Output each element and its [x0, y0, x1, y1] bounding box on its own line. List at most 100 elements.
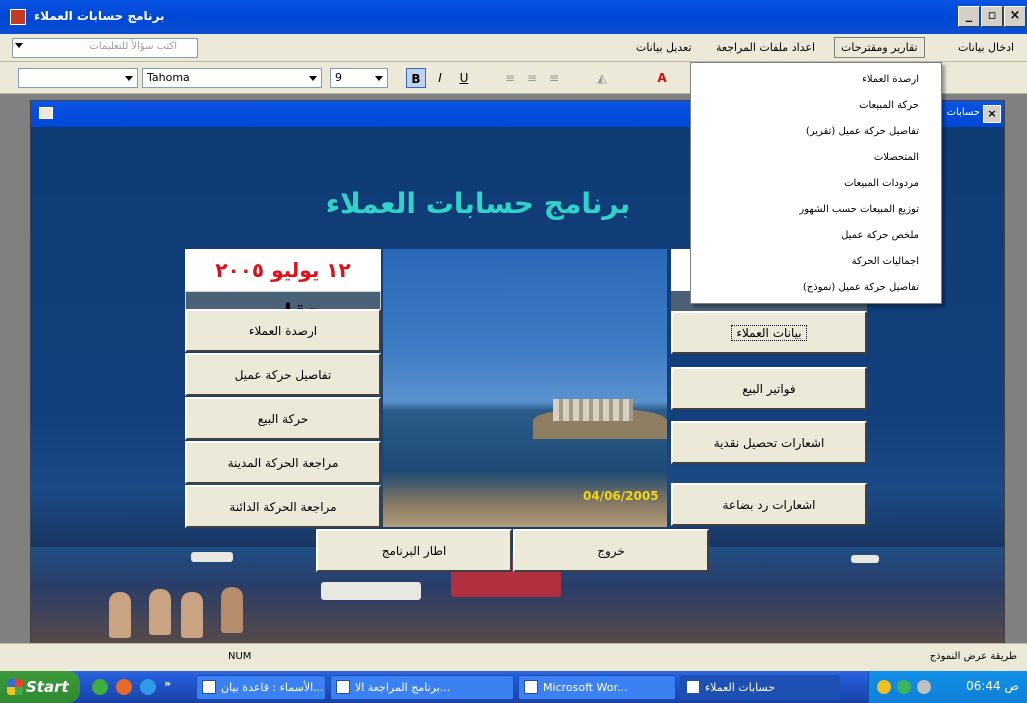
button-label: حركة البيع	[257, 411, 309, 426]
app-title-bar: برنامج حسابات العملاء _ ▫ ×	[0, 0, 1027, 34]
menu-item-customer-balances[interactable]: ارصدة العملاء	[693, 67, 941, 93]
align-right-icon[interactable]: ≡	[544, 68, 564, 88]
menu-data-entry[interactable]: ادخال بيانات	[958, 41, 1014, 54]
menu-item-customer-movement-report[interactable]: تفاصيل حركة عميل (تقرير)	[693, 119, 941, 145]
boat-image	[191, 552, 233, 562]
app-title: برنامج حسابات العملاء	[34, 9, 165, 23]
menu-item-customer-summary[interactable]: ملخص حركة عميل	[693, 223, 941, 249]
quicklaunch-icon[interactable]	[140, 679, 156, 695]
menu-reports[interactable]: تقارير ومقترحات	[834, 37, 925, 58]
start-label: Start	[26, 678, 69, 696]
task-label: الأسماء : قاعدة بيان...	[221, 681, 324, 694]
font-size-combo[interactable]: 9	[330, 68, 388, 88]
view-mode-label: طريقة عرض النموذج	[929, 651, 1017, 662]
cash-collection-notices-button[interactable]: اشعارات تحصيل نقدية	[671, 421, 867, 464]
chevron-icon[interactable]: »	[164, 677, 171, 690]
button-label: مراجعة الحركة الدائنة	[229, 499, 337, 514]
maximize-button[interactable]: ▫	[981, 6, 1003, 27]
photo-image: 04/06/2005	[383, 249, 667, 527]
exit-button[interactable]: خروج	[513, 529, 709, 572]
form-title: حسابات	[946, 107, 980, 118]
italic-button[interactable]: I	[430, 68, 450, 88]
customer-data-button[interactable]: بيانات العملاء	[671, 311, 867, 354]
underline-button[interactable]: U	[454, 68, 474, 88]
task-button[interactable]: الأسماء : قاعدة بيان...	[196, 675, 326, 700]
person-image	[181, 592, 203, 638]
quicklaunch-icon[interactable]	[116, 679, 132, 695]
review-debit-movement-button[interactable]: مراجعة الحركة المدينة	[185, 441, 381, 484]
menu-edit-data[interactable]: تعديل بيانات	[636, 41, 692, 54]
taskbar: Start » الأسماء : قاعدة بيان... برنامج ا…	[0, 671, 1027, 703]
sales-invoices-button[interactable]: فواتير البيع	[671, 367, 867, 410]
chevron-down-icon	[125, 76, 133, 81]
menu-item-customer-movement-form[interactable]: تفاصيل حركة عميل (نموذج)	[693, 275, 941, 301]
status-bar: NUM طريقة عرض النموذج	[0, 643, 1027, 671]
form-close-button[interactable]: ×	[983, 105, 1001, 123]
bold-button[interactable]: B	[406, 68, 426, 88]
button-label: فواتير البيع	[742, 381, 796, 396]
system-tray: 06:44 ص	[868, 671, 1027, 703]
task-button[interactable]: برنامج المراجعة الا...	[330, 675, 514, 700]
sales-movement-button[interactable]: حركة البيع	[185, 397, 381, 440]
menu-item-movement-totals[interactable]: اجماليات الحركة	[693, 249, 941, 275]
customer-balances-button[interactable]: ارصدة العملاء	[185, 309, 381, 352]
program-title: برنامج حسابات العملاء	[325, 187, 631, 220]
app-icon[interactable]	[10, 9, 26, 25]
button-label: اشعارات تحصيل نقدية	[713, 435, 825, 450]
task-button-active[interactable]: حسابات العملاء	[680, 675, 840, 700]
town-shape	[553, 399, 633, 421]
font-combo[interactable]: Tahoma	[142, 68, 322, 88]
menu-item-collections[interactable]: المتحصلات	[693, 145, 941, 171]
menu-review-files[interactable]: اعداد ملفات المراجعة	[716, 41, 815, 54]
clock: 06:44 ص	[966, 679, 1019, 693]
task-label: برنامج المراجعة الا...	[355, 681, 451, 694]
menu-bar: اكتب سؤالاً للتعليمات ادخال بيانات تقاري…	[0, 34, 1027, 62]
boat-image	[851, 555, 879, 563]
chevron-down-icon	[375, 76, 383, 81]
app-icon	[686, 680, 700, 694]
chevron-down-icon	[309, 76, 317, 81]
app-icon	[202, 680, 216, 694]
fill-color-icon[interactable]: ◭	[592, 68, 612, 88]
app-icon	[336, 680, 350, 694]
quicklaunch-icon[interactable]	[92, 679, 108, 695]
menu-item-sales-movement[interactable]: حركة المبيعات	[693, 93, 941, 119]
ask-question-box[interactable]: اكتب سؤالاً للتعليمات	[12, 38, 198, 58]
font-color-icon[interactable]: A	[652, 68, 672, 88]
person-image	[221, 587, 243, 633]
button-label: ارصدة العملاء	[248, 323, 318, 338]
chevron-down-icon[interactable]	[15, 43, 23, 48]
minimize-button[interactable]: _	[958, 6, 980, 27]
boat-image	[321, 582, 421, 600]
button-label: خروج	[597, 543, 625, 558]
style-combo[interactable]	[18, 68, 138, 88]
person-image	[109, 592, 131, 638]
button-label: اشعارات رد بضاعة	[722, 497, 816, 512]
close-button[interactable]: ×	[1004, 6, 1026, 27]
menu-item-sales-by-month[interactable]: توزيع المبيعات حسب الشهور	[693, 197, 941, 223]
num-lock-indicator: NUM	[228, 651, 252, 662]
form-icon[interactable]	[39, 107, 53, 119]
date-display: ١٢ يوليو ٢٠٠٥	[185, 249, 381, 291]
task-button[interactable]: Microsoft Wor...	[518, 675, 676, 700]
person-image	[149, 589, 171, 635]
tray-icon[interactable]	[897, 680, 911, 694]
tray-icon[interactable]	[917, 680, 931, 694]
button-label: تفاصيل حركة عميل	[234, 367, 332, 382]
font-name: Tahoma	[147, 71, 190, 84]
align-center-icon[interactable]: ≡	[522, 68, 542, 88]
font-size: 9	[335, 71, 342, 84]
photo-date-stamp: 04/06/2005	[583, 489, 659, 503]
start-button[interactable]: Start	[0, 671, 80, 703]
button-label: مراجعة الحركة المدينة	[227, 455, 339, 470]
goods-return-notices-button[interactable]: اشعارات رد بضاعة	[671, 483, 867, 526]
tray-icon[interactable]	[877, 680, 891, 694]
align-left-icon[interactable]: ≡	[500, 68, 520, 88]
button-label: بيانات العملاء	[731, 324, 807, 341]
program-frame-button[interactable]: اطار البرنامج	[316, 529, 512, 572]
task-label: Microsoft Wor...	[543, 681, 628, 694]
customer-movement-details-button[interactable]: تفاصيل حركة عميل	[185, 353, 381, 396]
menu-item-sales-returns[interactable]: مردودات المبيعات	[693, 171, 941, 197]
review-credit-movement-button[interactable]: مراجعة الحركة الدائنة	[185, 485, 381, 528]
reports-dropdown-menu: ارصدة العملاء حركة المبيعات تفاصيل حركة …	[690, 62, 942, 304]
